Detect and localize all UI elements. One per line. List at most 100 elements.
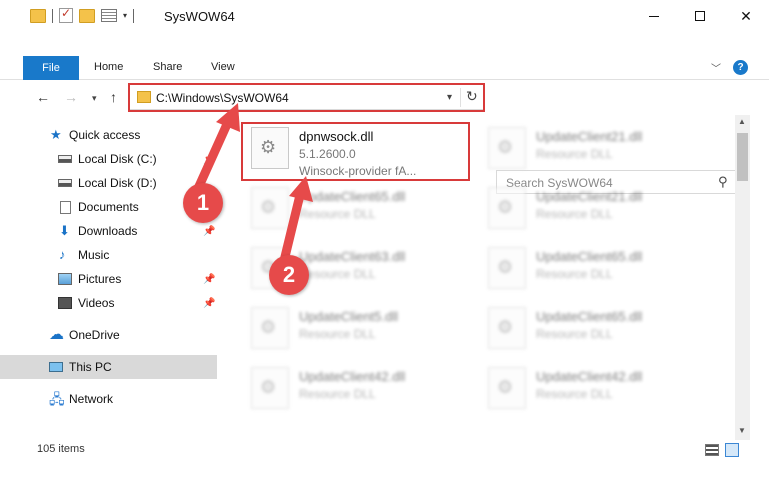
pin-icon[interactable]: 📌 — [203, 274, 215, 285]
file-name: UpdateClient65.dll — [536, 249, 643, 264]
close-button[interactable]: ✕ — [723, 0, 769, 32]
dll-file-icon — [251, 367, 289, 409]
minimize-button[interactable] — [631, 0, 677, 32]
file-name: UpdateClient21.dll — [536, 189, 643, 204]
sidebar-item-label: OneDrive — [69, 328, 120, 342]
pin-icon[interactable]: 📌 — [203, 298, 215, 309]
sidebar-item-label: This PC — [69, 360, 112, 374]
window-title: SysWOW64 — [164, 9, 235, 24]
file-item[interactable]: UpdateClient42.dll Resource DLL — [480, 361, 705, 419]
sidebar-item-label: Network — [69, 392, 114, 406]
disk-icon — [58, 179, 72, 187]
vertical-scrollbar[interactable]: ▲ ▼ — [735, 115, 750, 440]
pictures-icon — [58, 273, 72, 285]
sidebar-item-quick-access[interactable]: ★ Quick access — [0, 123, 217, 147]
status-bar: 105 items — [0, 440, 769, 460]
sidebar-item-network[interactable]: 🖧 Network — [0, 387, 217, 411]
ribbon-tabs: File Home Share View ﹀ ? — [0, 56, 769, 80]
recent-locations-chevron-icon[interactable]: ▾ — [92, 93, 97, 104]
file-name: UpdateClient21.dll — [536, 129, 643, 144]
tab-share[interactable]: Share — [153, 61, 182, 73]
scroll-down-icon[interactable]: ▼ — [738, 426, 746, 435]
file-name: UpdateClient65.dll — [299, 189, 406, 204]
sidebar-item-pictures[interactable]: Pictures 📌 — [0, 267, 217, 291]
chevron-down-icon[interactable]: ﹀ — [711, 60, 721, 75]
help-icon[interactable]: ? — [733, 60, 748, 75]
file-item[interactable]: UpdateClient65.dll Resource DLL — [243, 181, 468, 239]
sidebar-item-label: Documents — [78, 200, 139, 214]
file-type: Resource DLL — [299, 267, 376, 281]
dll-file-icon — [488, 307, 526, 349]
file-type: Resource DLL — [536, 267, 613, 281]
large-icons-view-icon[interactable] — [725, 443, 739, 457]
maximize-icon — [695, 11, 705, 21]
file-item[interactable]: UpdateClient5.dll Resource DLL — [243, 301, 468, 359]
file-item[interactable]: UpdateClient21.dll Resource DLL — [480, 121, 705, 179]
navigation-pane: ★ Quick access Local Disk (C:) 📌 Local D… — [0, 120, 217, 420]
tab-home[interactable]: Home — [94, 61, 123, 73]
sidebar-item-label: Local Disk (D:) — [78, 176, 157, 190]
sidebar-item-local-disk-d[interactable]: Local Disk (D:) — [0, 171, 217, 195]
tab-view[interactable]: View — [211, 61, 235, 73]
file-highlight — [241, 122, 470, 181]
file-type: Resource DLL — [536, 207, 613, 221]
toolbar-divider — [133, 8, 135, 23]
properties-check-icon[interactable] — [59, 6, 73, 23]
dll-file-icon — [488, 247, 526, 289]
pin-icon[interactable]: 📌 — [203, 154, 215, 165]
sidebar-item-this-pc[interactable]: This PC — [0, 355, 217, 379]
forward-arrow-icon[interactable]: → — [64, 89, 78, 105]
sidebar-item-music[interactable]: ♪ Music — [0, 243, 217, 267]
sidebar-item-label: Local Disk (C:) — [78, 152, 157, 166]
file-type: Resource DLL — [299, 387, 376, 401]
address-bar-highlight — [128, 83, 485, 112]
step-marker-1: 1 — [183, 183, 223, 223]
music-icon: ♪ — [59, 247, 66, 262]
sidebar-item-downloads[interactable]: ⬇ Downloads 📌 — [0, 219, 217, 243]
file-type: Resource DLL — [536, 327, 613, 341]
pin-icon[interactable]: 📌 — [203, 226, 215, 237]
back-arrow-icon[interactable]: ← — [36, 89, 50, 105]
dll-file-icon — [488, 187, 526, 229]
step-marker-2: 2 — [269, 255, 309, 295]
sidebar-item-local-disk-c[interactable]: Local Disk (C:) 📌 — [0, 147, 217, 171]
file-name: UpdateClient65.dll — [536, 309, 643, 324]
folder-icon — [30, 8, 46, 23]
sidebar-item-onedrive[interactable]: ☁ OneDrive — [0, 323, 217, 347]
up-arrow-icon[interactable]: ↑ — [110, 89, 117, 105]
customize-dropdown-icon[interactable]: ▾ — [123, 11, 127, 20]
sidebar-item-label: Videos — [78, 296, 115, 310]
sidebar-item-label: Quick access — [69, 128, 141, 142]
minimize-icon — [649, 15, 659, 17]
download-icon: ⬇ — [59, 223, 70, 238]
dll-file-icon — [251, 187, 289, 229]
sidebar-item-label: Music — [78, 248, 110, 262]
scroll-up-icon[interactable]: ▲ — [738, 117, 746, 126]
details-view-icon[interactable] — [705, 444, 719, 456]
close-icon: ✕ — [740, 7, 752, 24]
file-item[interactable]: UpdateClient42.dll Resource DLL — [243, 361, 468, 419]
file-item[interactable]: UpdateClient65.dll Resource DLL — [480, 241, 705, 299]
properties-icon[interactable] — [101, 9, 117, 22]
quick-access-toolbar: ▾ — [30, 6, 135, 23]
maximize-button[interactable] — [677, 0, 723, 32]
title-bar: ▾ SysWOW64 ✕ — [0, 0, 769, 32]
item-count: 105 items — [37, 443, 85, 455]
scroll-thumb[interactable] — [737, 133, 748, 181]
file-item[interactable]: UpdateClient65.dll Resource DLL — [480, 301, 705, 359]
file-name: UpdateClient63.dll — [299, 249, 406, 264]
new-folder-icon[interactable] — [79, 8, 95, 23]
network-icon: 🖧 — [49, 391, 65, 407]
sidebar-item-videos[interactable]: Videos 📌 — [0, 291, 217, 315]
file-name: UpdateClient5.dll — [299, 309, 399, 324]
file-type: Resource DLL — [536, 387, 613, 401]
file-name: UpdateClient42.dll — [299, 369, 406, 384]
sidebar-item-label: Downloads — [78, 224, 138, 238]
file-type: Resource DLL — [536, 147, 613, 161]
file-item[interactable]: UpdateClient21.dll Resource DLL — [480, 181, 705, 239]
tab-file[interactable]: File — [23, 56, 79, 80]
dll-file-icon — [251, 307, 289, 349]
toolbar-divider — [52, 8, 53, 23]
file-name: UpdateClient42.dll — [536, 369, 643, 384]
sidebar-item-label: Pictures — [78, 272, 122, 286]
